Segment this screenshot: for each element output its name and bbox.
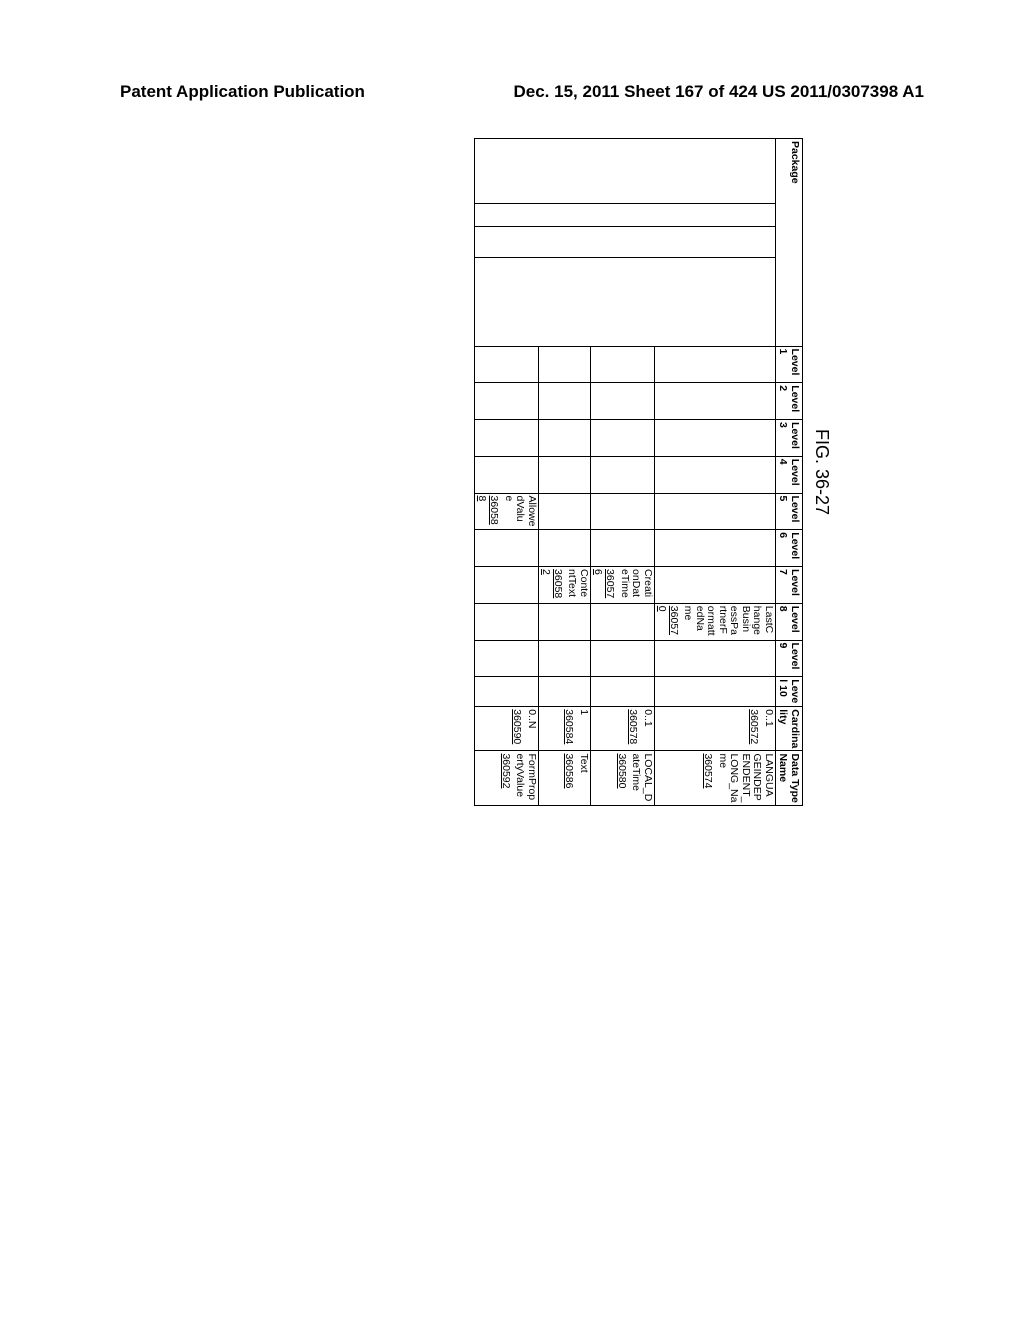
col-level10: Level 10: [776, 677, 803, 707]
cell-card: 0..N 360590: [475, 707, 539, 751]
col-level9: Level 9: [776, 640, 803, 677]
header-right: Dec. 15, 2011 Sheet 167 of 424 US 2011/0…: [514, 82, 925, 102]
figure-content: FIG. 36-27 Package Level 1 Level 2 Level…: [192, 138, 832, 806]
table-row: LastChangeBusinessPartnerFormattedName 3…: [654, 139, 775, 806]
data-table: Package Level 1 Level 2 Level 3 Level 4 …: [474, 138, 803, 806]
cell-card: 0..1 360572: [654, 707, 775, 751]
cell-l8: LastChangeBusinessPartnerFormattedName 3…: [654, 603, 775, 640]
col-level2: Level 2: [776, 383, 803, 420]
col-datatype: Data Type Name: [776, 751, 803, 806]
col-cardinality: Cardinality: [776, 707, 803, 751]
cell-dt: Text 360586: [538, 751, 590, 806]
col-level8: Level 8: [776, 603, 803, 640]
header-left: Patent Application Publication: [120, 82, 365, 102]
col-level5: Level 5: [776, 493, 803, 530]
cell-card: 0..1 360578: [590, 707, 654, 751]
table-header-row: Package Level 1 Level 2 Level 3 Level 4 …: [776, 139, 803, 806]
col-level6: Level 6: [776, 530, 803, 567]
cell-dt: LOCAL_DateTime 360580: [590, 751, 654, 806]
cell-dt: LANGUAGEINDEPENDENT_LONG_Name 360574: [654, 751, 775, 806]
cell-dt: FormPropertyValue 360592: [475, 751, 539, 806]
col-level3: Level 3: [776, 420, 803, 457]
cell-l7: CreationDateTime 360576: [590, 567, 654, 604]
col-level4: Level 4: [776, 456, 803, 493]
cell-card: 1 360584: [538, 707, 590, 751]
cell-l5: AllowedValue 360588: [475, 493, 539, 530]
col-package: Package: [776, 139, 803, 347]
figure-label: FIG. 36-27: [811, 138, 832, 806]
col-level7: Level 7: [776, 567, 803, 604]
cell-l7: ContentText 360582: [538, 567, 590, 604]
page-header: Patent Application Publication Dec. 15, …: [120, 82, 924, 102]
col-level1: Level 1: [776, 346, 803, 383]
